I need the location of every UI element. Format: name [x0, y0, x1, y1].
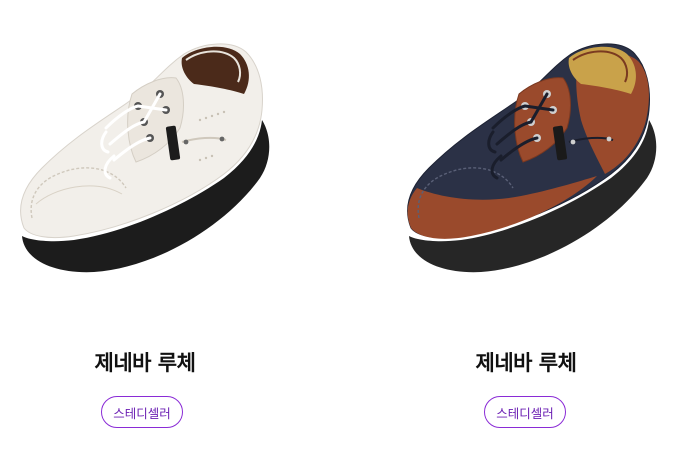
product-name[interactable]: 제네바 루체 [0, 347, 290, 377]
white-leather-shoe-image[interactable] [14, 28, 282, 280]
steady-seller-badge: 스테디셀러 [484, 396, 566, 428]
product-card[interactable]: 제네바 루체 스테디셀러 [343, 0, 686, 449]
product-grid: 제네바 루체 스테디셀러 제네바 루체 스테디셀러 [0, 0, 686, 449]
steady-seller-badge: 스테디셀러 [101, 396, 183, 428]
product-card[interactable]: 제네바 루체 스테디셀러 [0, 0, 343, 449]
navy-brown-shoe-image[interactable] [401, 28, 669, 280]
product-name[interactable]: 제네바 루체 [381, 347, 671, 377]
